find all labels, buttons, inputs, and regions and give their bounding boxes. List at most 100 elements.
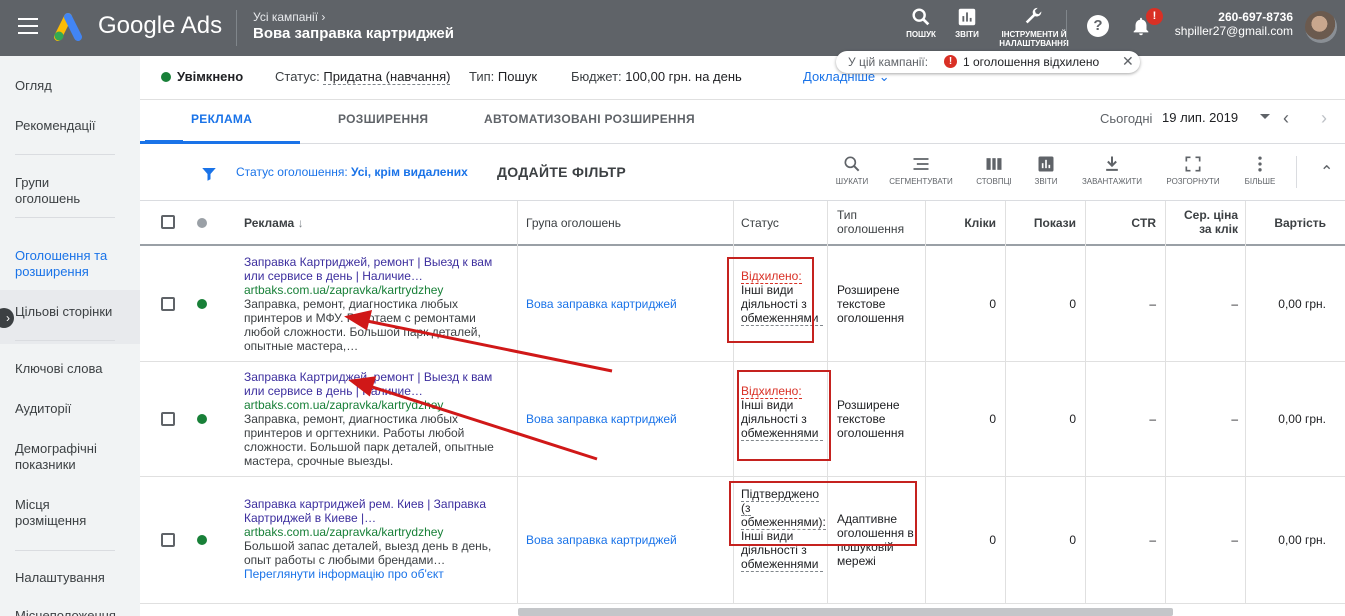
tools-settings-button[interactable]: ІНСТРУМЕНТИ Й НАЛАШТУВАННЯ bbox=[996, 6, 1072, 48]
ad-group-link[interactable]: Вова заправка картриджей bbox=[526, 412, 677, 426]
campaign-title[interactable]: Вова заправка картриджей bbox=[253, 25, 454, 42]
breadcrumb[interactable]: Усі кампанії › bbox=[253, 10, 325, 24]
google-ads-logo[interactable] bbox=[54, 11, 90, 41]
reports-tool-button[interactable]: ЗВІТИ bbox=[950, 6, 984, 39]
sidebar-item-keywords[interactable]: Ключові слова bbox=[15, 361, 102, 377]
status-column-dot bbox=[197, 218, 207, 228]
sidebar-item-demographics[interactable]: Демографічні показники bbox=[15, 441, 115, 473]
sidebar-item-overview[interactable]: Огляд bbox=[15, 78, 52, 94]
dropdown-arrow-icon[interactable] bbox=[1260, 114, 1270, 119]
segment-button[interactable]: СЕГМЕНТУВАТИ bbox=[886, 154, 956, 186]
clicks-value: 0 bbox=[989, 533, 996, 547]
expand-button[interactable]: РОЗГОРНУТИ bbox=[1164, 154, 1222, 186]
sidebar-item-settings[interactable]: Налаштування bbox=[15, 570, 105, 586]
columns-icon bbox=[986, 158, 1002, 170]
search-icon bbox=[912, 8, 930, 26]
row-checkbox[interactable] bbox=[161, 533, 175, 547]
column-avg-cpc[interactable]: Сер. ціна за клік bbox=[1174, 208, 1238, 236]
row-checkbox[interactable] bbox=[161, 297, 175, 311]
select-all-checkbox[interactable] bbox=[161, 215, 175, 229]
sidebar-divider bbox=[15, 217, 115, 218]
ad-type: Розширене текстове оголошення bbox=[837, 283, 905, 325]
tab-automated-extensions[interactable]: АВТОМАТИЗОВАНІ РОЗШИРЕННЯ bbox=[484, 112, 695, 126]
cost-value: 0,00 грн. bbox=[1278, 412, 1326, 426]
tab-extensions[interactable]: РОЗШИРЕННЯ bbox=[338, 112, 428, 126]
reports-button[interactable]: ЗВІТИ bbox=[1028, 154, 1064, 186]
column-ad[interactable]: Реклама ↓ bbox=[244, 216, 304, 230]
column-impressions[interactable]: Покази bbox=[1014, 216, 1076, 230]
campaign-enabled-label[interactable]: Увімкнено bbox=[177, 69, 243, 84]
error-icon: ! bbox=[944, 55, 957, 68]
column-ad-group[interactable]: Група оголошень bbox=[526, 216, 621, 230]
annotation-box bbox=[737, 370, 831, 461]
rejection-notice[interactable]: У цій кампанії: ! 1 оголошення відхилено… bbox=[836, 51, 1140, 73]
column-cost[interactable]: Вартість bbox=[1254, 216, 1326, 230]
impressions-value: 0 bbox=[1069, 533, 1076, 547]
ad-preview[interactable]: Заправка Картриджей, ремонт | Выезд к ва… bbox=[244, 255, 494, 353]
column-ctr[interactable]: CTR bbox=[1094, 216, 1156, 230]
ad-description: Заправка, ремонт, диагностика любых прин… bbox=[244, 412, 494, 468]
more-icon bbox=[1258, 156, 1262, 172]
expand-icon bbox=[1185, 156, 1201, 172]
avatar[interactable] bbox=[1305, 11, 1337, 43]
ad-preview[interactable]: Заправка Картриджей, ремонт | Выезд к ва… bbox=[244, 370, 494, 468]
ad-description: Большой запас деталей, выезд день в день… bbox=[244, 539, 492, 567]
columns-button[interactable]: СТОВПЦІ bbox=[972, 154, 1016, 186]
sidebar-item-landing-pages[interactable]: Цільові сторінки bbox=[15, 304, 112, 320]
clicks-value: 0 bbox=[989, 412, 996, 426]
sidebar-item-locations[interactable]: Місцеположення bbox=[15, 608, 116, 616]
wrench-icon bbox=[1025, 7, 1042, 24]
reports-icon bbox=[1038, 156, 1054, 172]
cpc-value: – bbox=[1231, 533, 1238, 547]
filter-icon[interactable] bbox=[200, 165, 218, 183]
next-date-icon[interactable]: › bbox=[1321, 108, 1327, 129]
enabled-status-dot bbox=[197, 299, 207, 309]
sidebar-divider bbox=[15, 340, 115, 341]
ad-group-link[interactable]: Вова заправка картриджей bbox=[526, 297, 677, 311]
column-clicks[interactable]: Кліки bbox=[934, 216, 996, 230]
help-icon[interactable]: ? bbox=[1087, 15, 1109, 37]
date-range-value[interactable]: 19 лип. 2019 bbox=[1162, 110, 1238, 125]
ad-headline[interactable]: Заправка картриджей рем. Киев | Заправка… bbox=[244, 497, 494, 525]
ad-url: artbaks.com.ua/zapravka/kartrydzhey bbox=[244, 283, 444, 297]
horizontal-scrollbar[interactable] bbox=[518, 608, 1173, 616]
ctr-value: – bbox=[1149, 412, 1156, 426]
tab-ads[interactable]: РЕКЛАМА bbox=[191, 112, 252, 126]
close-icon[interactable]: ✕ bbox=[1122, 53, 1134, 70]
sort-arrow-icon: ↓ bbox=[297, 216, 304, 230]
campaign-status: Статус: Придатна (навчання) bbox=[275, 69, 451, 85]
asset-details-link[interactable]: Переглянути інформацію про об'єкт bbox=[244, 567, 494, 581]
column-ad-type[interactable]: Тип оголошення bbox=[837, 208, 917, 236]
sidebar-item-ads-extensions[interactable]: Оголошення та розширення bbox=[15, 248, 125, 280]
account-email: shpiller27@gmail.com bbox=[1174, 24, 1293, 38]
impressions-value: 0 bbox=[1069, 412, 1076, 426]
collapse-icon[interactable]: ⌃ bbox=[1320, 162, 1333, 182]
notice-message[interactable]: 1 оголошення відхилено bbox=[963, 55, 1099, 69]
active-filter[interactable]: Статус оголошення: Усі, крім видалених bbox=[236, 165, 468, 179]
more-button[interactable]: БІЛЬШЕ bbox=[1240, 154, 1280, 186]
ad-url: artbaks.com.ua/zapravka/kartrydzhey bbox=[244, 525, 444, 539]
search-tool-button[interactable]: ПОШУК bbox=[902, 6, 940, 39]
ad-headline[interactable]: Заправка Картриджей, ремонт | Выезд к ва… bbox=[244, 255, 494, 283]
ad-preview[interactable]: Заправка картриджей рем. Киев | Заправка… bbox=[244, 497, 494, 581]
menu-icon[interactable] bbox=[18, 18, 38, 34]
sidebar-item-recommendations[interactable]: Рекомендації bbox=[15, 118, 96, 134]
ad-group-link[interactable]: Вова заправка картриджей bbox=[526, 533, 677, 547]
sidebar-item-ad-groups[interactable]: Групи оголошень bbox=[15, 175, 95, 207]
sidebar-item-placements[interactable]: Місця розміщення bbox=[15, 497, 105, 529]
ad-type: Розширене текстове оголошення bbox=[837, 398, 905, 440]
prev-date-icon[interactable]: ‹ bbox=[1283, 108, 1289, 129]
impressions-value: 0 bbox=[1069, 297, 1076, 311]
search-table-button[interactable]: ШУКАТИ bbox=[830, 154, 874, 186]
campaign-status-bar: Увімкнено Статус: Придатна (навчання) Ти… bbox=[140, 56, 1345, 100]
ad-headline[interactable]: Заправка Картриджей, ремонт | Выезд к ва… bbox=[244, 370, 494, 398]
column-status[interactable]: Статус bbox=[741, 216, 779, 230]
download-button[interactable]: ЗАВАНТАЖИТИ bbox=[1080, 154, 1144, 186]
divider bbox=[236, 10, 237, 46]
sidebar: Огляд Рекомендації Групи оголошень Оголо… bbox=[0, 56, 140, 616]
add-filter-button[interactable]: ДОДАЙТЕ ФІЛЬТР bbox=[497, 164, 626, 180]
row-checkbox[interactable] bbox=[161, 412, 175, 426]
campaign-budget: Бюджет: 100,00 грн. на день bbox=[571, 69, 742, 84]
brand-name: Google Ads bbox=[98, 12, 223, 39]
sidebar-item-audiences[interactable]: Аудиторії bbox=[15, 401, 71, 417]
